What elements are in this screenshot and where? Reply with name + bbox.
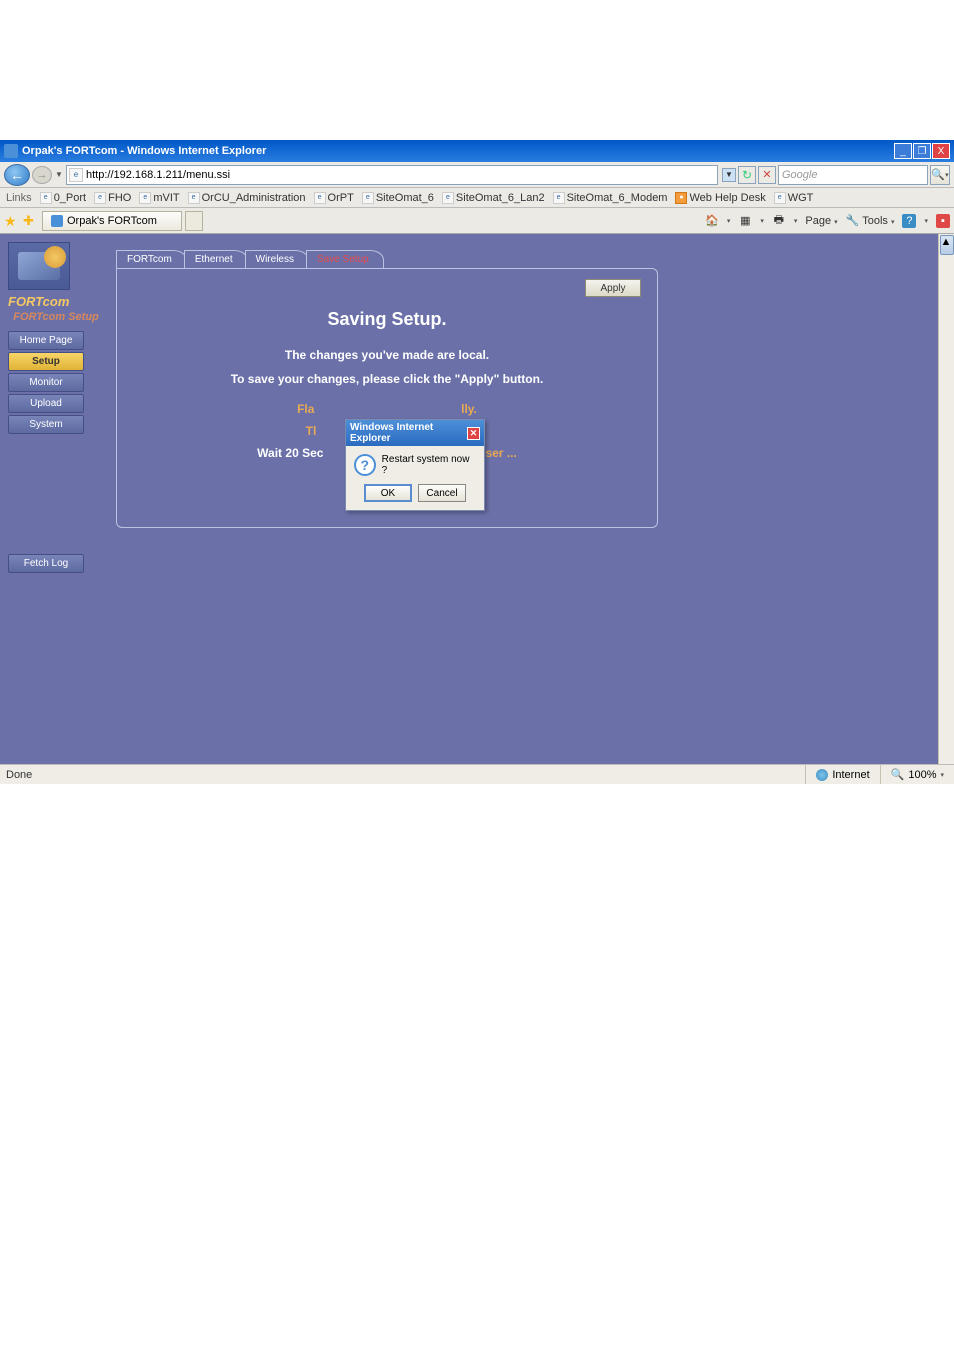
link-item[interactable]: eSiteOmat_6_Modem (553, 192, 668, 204)
home-icon[interactable]: 🏠 (705, 214, 719, 228)
globe-icon (816, 769, 828, 781)
link-icon: e (362, 192, 374, 204)
nav-history-dropdown[interactable]: ▼ (54, 170, 64, 179)
link-icon: e (553, 192, 565, 204)
link-item[interactable]: eOrCU_Administration (188, 192, 306, 204)
link-icon: e (139, 192, 151, 204)
page-content: FORTcom FORTcom Setup Home Page Setup Mo… (0, 234, 954, 764)
search-input[interactable]: Google (778, 165, 928, 185)
dialog-title: Windows Internet Explorer (350, 422, 467, 444)
browser-tab[interactable]: Orpak's FORTcom (42, 211, 182, 231)
window-title: Orpak's FORTcom - Windows Internet Explo… (22, 145, 894, 157)
status-zone: Internet (805, 765, 879, 784)
panel-tab-wireless[interactable]: Wireless (245, 250, 309, 268)
link-icon: e (314, 192, 326, 204)
dialog-body: ? Restart system now ? (346, 446, 484, 484)
dialog-message: Restart system now ? (382, 454, 476, 476)
feeds-icon[interactable]: ▦ (738, 214, 752, 228)
dialog-close-button[interactable]: ✕ (467, 427, 480, 440)
tab-bar: ★ ✚ Orpak's FORTcom 🏠▾ ▦▾ 🖶▾ Page ▾ 🔧 To… (0, 208, 954, 234)
refresh-button[interactable]: ↻ (738, 166, 756, 184)
address-input[interactable]: http://192.168.1.211/menu.ssi (86, 169, 715, 181)
link-item[interactable]: eWGT (774, 192, 814, 204)
address-dropdown[interactable]: ▼ (722, 168, 736, 182)
link-item[interactable]: eOrPT (314, 192, 354, 204)
link-item[interactable]: eSiteOmat_6 (362, 192, 434, 204)
add-favorite-icon[interactable]: ✚ (23, 213, 39, 229)
dialog-titlebar: Windows Internet Explorer ✕ (346, 420, 484, 446)
panel-text-bg1: Fla lly. (135, 402, 639, 416)
panel-tab-ethernet[interactable]: Ethernet (184, 250, 248, 268)
stop-button[interactable]: ✕ (758, 166, 776, 184)
maximize-button[interactable]: ❐ (913, 143, 931, 159)
link-icon: e (40, 192, 52, 204)
link-icon: e (442, 192, 454, 204)
scroll-up-button[interactable]: ▲ (940, 235, 954, 255)
sidebar-item-system[interactable]: System (8, 415, 84, 434)
links-toolbar: Links e0_Port eFHO emVIT eOrCU_Administr… (0, 188, 954, 208)
panel-text-1: The changes you've made are local. (135, 348, 639, 362)
back-button[interactable]: ← (4, 164, 30, 186)
tab-title: Orpak's FORTcom (67, 215, 157, 227)
address-input-wrap: e http://192.168.1.211/menu.ssi (66, 165, 718, 185)
help-icon[interactable]: ? (902, 214, 916, 228)
question-icon: ? (354, 454, 376, 476)
logo (8, 242, 70, 290)
minimize-button[interactable]: _ (894, 143, 912, 159)
page-icon: e (69, 168, 83, 182)
brand-title: FORTcom (8, 294, 104, 309)
links-label: Links (6, 192, 32, 204)
ie-icon (4, 144, 18, 158)
link-icon: ● (675, 192, 687, 204)
link-item[interactable]: eFHO (94, 192, 131, 204)
link-item[interactable]: emVIT (139, 192, 179, 204)
favorites-star-icon[interactable]: ★ (4, 213, 20, 229)
window-close-button[interactable]: X (932, 143, 950, 159)
status-text: Done (0, 769, 805, 781)
panel-tab-fortcom[interactable]: FORTcom (116, 250, 187, 268)
apply -button[interactable]: Apply (585, 279, 641, 297)
page-menu[interactable]: Page ▾ (805, 215, 837, 227)
zoom-control[interactable]: 🔍 100% ▾ (880, 765, 954, 784)
panel-tab-savesetup[interactable]: Save Setup (306, 250, 384, 268)
address-bar: ← → ▼ e http://192.168.1.211/menu.ssi ▼ … (0, 162, 954, 188)
sidebar-item-monitor[interactable]: Monitor (8, 373, 84, 392)
status-bar: Done Internet 🔍 100% ▾ (0, 764, 954, 784)
sidebar-item-upload[interactable]: Upload (8, 394, 84, 413)
forward-button[interactable]: → (32, 166, 52, 184)
search-button[interactable]: 🔍▾ (930, 165, 950, 185)
panel-text-2: To save your changes, please click the "… (135, 372, 639, 386)
link-item[interactable]: ●Web Help Desk (675, 192, 765, 204)
ie-command-bar: 🏠▾ ▦▾ 🖶▾ Page ▾ 🔧 Tools ▾ ?▾ ▪ (705, 214, 950, 228)
dialog-ok-button[interactable]: OK (364, 484, 412, 502)
tab-ie-icon (51, 215, 63, 227)
browser-window: Orpak's FORTcom - Windows Internet Explo… (0, 140, 954, 784)
sidebar-item-fetchlog[interactable]: Fetch Log (8, 554, 84, 573)
window-titlebar: Orpak's FORTcom - Windows Internet Explo… (0, 140, 954, 162)
vertical-scrollbar[interactable]: ▲ (938, 234, 954, 764)
msgr-icon[interactable]: ▪ (936, 214, 950, 228)
panel-body: Apply Saving Setup. The changes you've m… (116, 268, 658, 528)
tools-menu[interactable]: 🔧 Tools ▾ (846, 214, 895, 227)
sidebar-item-setup[interactable]: Setup (8, 352, 84, 371)
print-icon[interactable]: 🖶 (772, 214, 786, 228)
link-icon: e (94, 192, 106, 204)
new-tab-button[interactable] (185, 211, 203, 231)
sidebar: FORTcom FORTcom Setup Home Page Setup Mo… (8, 242, 104, 575)
panel-heading: Saving Setup. (135, 309, 639, 330)
link-item[interactable]: eSiteOmat_6_Lan2 (442, 192, 545, 204)
link-icon: e (774, 192, 786, 204)
zoom-icon: 🔍 (891, 768, 905, 781)
panel-tabs: FORTcom Ethernet Wireless Save Setup (116, 250, 658, 268)
main-panel: FORTcom Ethernet Wireless Save Setup App… (116, 250, 658, 528)
link-icon: e (188, 192, 200, 204)
brand-subtitle: FORTcom Setup (8, 311, 104, 323)
sidebar-item-home[interactable]: Home Page (8, 331, 84, 350)
dialog-cancel-button[interactable]: Cancel (418, 484, 466, 502)
confirm-dialog: Windows Internet Explorer ✕ ? Restart sy… (345, 419, 485, 511)
link-item[interactable]: e0_Port (40, 192, 86, 204)
